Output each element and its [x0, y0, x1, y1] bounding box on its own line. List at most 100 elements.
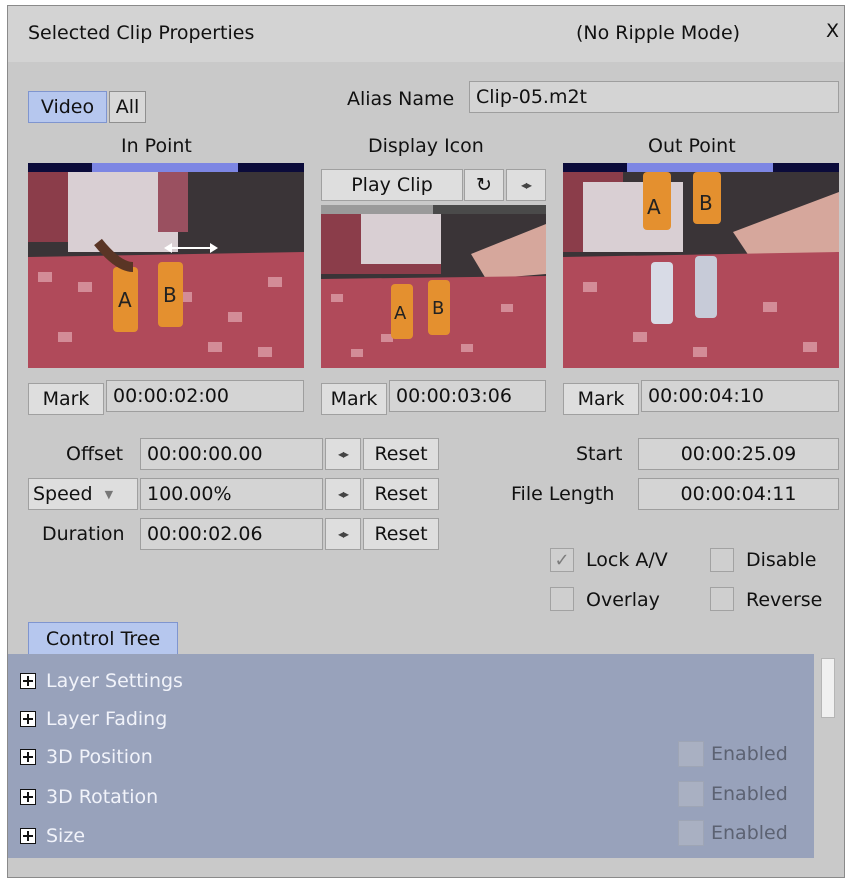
duration-label: Duration: [42, 523, 125, 545]
tree-item-layer-settings[interactable]: Layer Settings: [20, 670, 183, 692]
speed-value: 100.00%: [147, 483, 232, 505]
svg-text:A: A: [647, 195, 661, 219]
offset-value: 00:00:00.00: [147, 443, 263, 465]
svg-text:A: A: [118, 288, 132, 312]
in-point-mark-button[interactable]: Mark: [28, 383, 104, 415]
left-right-arrows-icon: ◂▸: [337, 527, 349, 541]
duration-value: 00:00:02.06: [147, 523, 263, 545]
window-title: Selected Clip Properties: [28, 22, 255, 44]
start-value: 00:00:25.09: [680, 443, 797, 465]
alias-name-input[interactable]: Clip-05.m2t: [469, 81, 839, 113]
loop-button[interactable]: ↻: [464, 169, 504, 201]
loop-icon: ↻: [476, 174, 492, 196]
left-right-arrows-icon: ◂▸: [520, 178, 532, 192]
size-enabled-checkbox[interactable]: [678, 820, 704, 846]
tab-all[interactable]: All: [109, 91, 146, 123]
tree-item-label: 3D Rotation: [46, 786, 159, 808]
speed-label: Speed: [33, 483, 93, 505]
file-length-value: 00:00:04:11: [680, 483, 797, 505]
tab-video[interactable]: Video: [28, 91, 107, 123]
tab-video-label: Video: [40, 96, 95, 118]
3d-position-enabled-checkbox[interactable]: [678, 741, 704, 767]
in-point-frame[interactable]: A B: [28, 163, 304, 368]
speed-reset-label: Reset: [374, 483, 428, 505]
lock-av-label: Lock A/V: [586, 549, 668, 571]
in-point-mark-label: Mark: [42, 388, 90, 410]
out-point-header: Out Point: [648, 135, 736, 157]
offset-input[interactable]: 00:00:00.00: [140, 438, 323, 470]
out-point-mark-label: Mark: [577, 388, 625, 410]
tree-item-label: Layer Settings: [46, 670, 183, 692]
clip-properties-window: Selected Clip Properties (No Ripple Mode…: [7, 5, 845, 878]
plus-box-icon[interactable]: [20, 789, 36, 805]
disable-checkbox[interactable]: [710, 548, 734, 572]
plus-box-icon[interactable]: [20, 711, 36, 727]
tree-item-3d-rotation[interactable]: 3D Rotation: [20, 786, 158, 808]
reverse-label: Reverse: [746, 589, 823, 611]
display-icon-timecode-value: 00:00:03:06: [396, 385, 512, 407]
chevron-down-icon: ▼: [104, 487, 114, 501]
3d-rotation-enabled-checkbox[interactable]: [678, 781, 704, 807]
tab-control-tree-label: Control Tree: [45, 627, 161, 650]
svg-text:B: B: [432, 298, 444, 319]
alias-name-value: Clip-05.m2t: [476, 86, 588, 108]
duration-reset-label: Reset: [374, 523, 428, 545]
out-point-thumbnail: A B: [563, 172, 839, 368]
duration-input[interactable]: 00:00:02.06: [140, 518, 323, 550]
display-icon-timecode[interactable]: 00:00:03:06: [389, 380, 546, 412]
display-step-button[interactable]: ◂▸: [506, 169, 546, 201]
display-icon-progress[interactable]: [321, 205, 433, 214]
disable-label: Disable: [746, 549, 817, 571]
checkmark-icon: ✓: [554, 549, 570, 571]
control-tree-panel: Layer Settings Layer Fading 3D Position …: [8, 654, 844, 858]
tree-item-3d-position[interactable]: 3D Position: [20, 746, 153, 768]
alias-name-label: Alias Name: [347, 88, 455, 110]
in-point-timecode[interactable]: 00:00:02:00: [106, 380, 304, 412]
speed-step-button[interactable]: ◂▸: [325, 478, 361, 510]
scrollbar-thumb[interactable]: [821, 658, 835, 718]
ripple-mode-label: (No Ripple Mode): [576, 22, 741, 44]
file-length-label: File Length: [511, 483, 615, 505]
display-icon-frame[interactable]: A B: [321, 205, 546, 368]
out-point-timecode-value: 00:00:04:10: [648, 385, 764, 407]
in-point-selection[interactable]: [92, 163, 238, 172]
speed-input[interactable]: 100.00%: [140, 478, 323, 510]
out-point-selection[interactable]: [627, 163, 773, 172]
speed-reset-button[interactable]: Reset: [363, 478, 439, 510]
duration-reset-button[interactable]: Reset: [363, 518, 439, 550]
lock-av-checkbox[interactable]: ✓: [550, 548, 574, 572]
reverse-checkbox[interactable]: [710, 587, 734, 611]
title-bar[interactable]: Selected Clip Properties (No Ripple Mode…: [8, 6, 844, 62]
tree-item-size[interactable]: Size: [20, 825, 85, 847]
tree-item-layer-fading[interactable]: Layer Fading: [20, 708, 167, 730]
plus-box-icon[interactable]: [20, 828, 36, 844]
left-right-arrows-icon: ◂▸: [337, 447, 349, 461]
tab-all-label: All: [115, 96, 140, 118]
play-clip-label: Play Clip: [351, 174, 433, 196]
offset-step-button[interactable]: ◂▸: [325, 438, 361, 470]
control-tree-scrollbar[interactable]: [814, 654, 844, 858]
duration-step-button[interactable]: ◂▸: [325, 518, 361, 550]
overlay-label: Overlay: [586, 589, 660, 611]
close-button[interactable]: X: [826, 20, 839, 42]
out-point-mark-button[interactable]: Mark: [563, 383, 639, 415]
display-icon-mark-label: Mark: [330, 388, 378, 410]
svg-text:A: A: [394, 303, 407, 324]
out-point-timecode[interactable]: 00:00:04:10: [641, 380, 839, 412]
display-icon-thumbnail: A B: [321, 214, 546, 368]
offset-reset-label: Reset: [374, 443, 428, 465]
in-point-timecode-value: 00:00:02:00: [113, 385, 229, 407]
play-clip-button[interactable]: Play Clip: [321, 169, 463, 201]
plus-box-icon[interactable]: [20, 673, 36, 689]
out-point-frame[interactable]: A B: [563, 163, 839, 368]
overlay-checkbox[interactable]: [550, 587, 574, 611]
svg-text:B: B: [163, 283, 177, 307]
display-icon-mark-button[interactable]: Mark: [321, 383, 387, 415]
start-field: 00:00:25.09: [638, 438, 839, 470]
speed-dropdown[interactable]: Speed ▼: [28, 478, 138, 510]
plus-box-icon[interactable]: [20, 749, 36, 765]
offset-reset-button[interactable]: Reset: [363, 438, 439, 470]
in-point-thumbnail: A B: [28, 172, 304, 368]
left-right-arrows-icon: ◂▸: [337, 487, 349, 501]
tab-control-tree[interactable]: Control Tree: [28, 622, 178, 655]
